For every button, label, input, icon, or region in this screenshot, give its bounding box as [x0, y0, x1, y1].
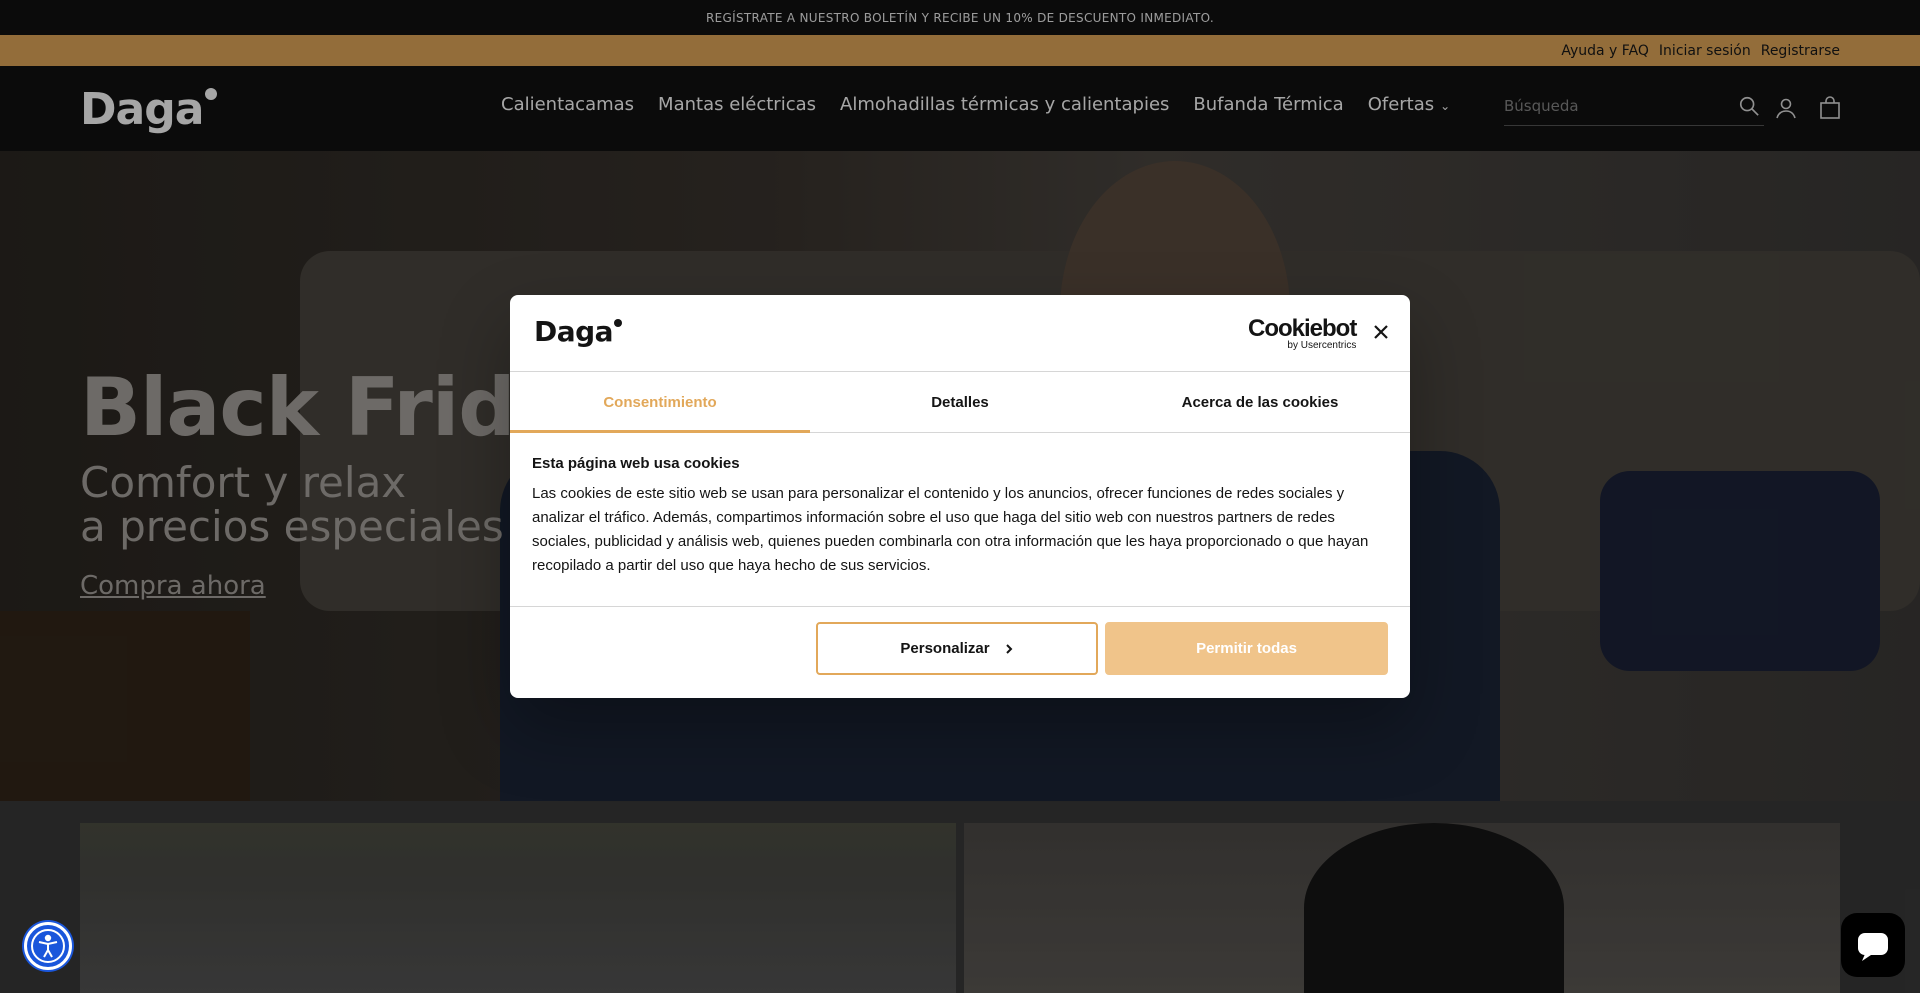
cookiebot-name: Cookiebot [1248, 315, 1357, 342]
accessibility-icon [31, 929, 65, 963]
customize-button[interactable]: Personalizar [816, 622, 1098, 675]
allow-all-button[interactable]: Permitir todas [1105, 622, 1388, 675]
close-icon[interactable] [1370, 321, 1392, 343]
chat-button[interactable] [1841, 913, 1905, 977]
cookie-description: Las cookies de este sitio web se usan pa… [532, 485, 1369, 574]
customize-label: Personalizar [900, 640, 990, 657]
dialog-body: Esta página web usa cookies Las cookies … [532, 455, 1392, 578]
dialog-brand-name: Daga [534, 315, 614, 348]
dialog-brand-logo: Daga [534, 315, 623, 348]
tab-details[interactable]: Detalles [810, 372, 1110, 432]
dialog-tabs: Consentimiento Detalles Acerca de las co… [510, 372, 1410, 433]
cookie-heading: Esta página web usa cookies [532, 455, 740, 472]
accessibility-button[interactable] [24, 922, 72, 970]
tab-about-cookies[interactable]: Acerca de las cookies [1110, 372, 1410, 432]
dialog-footer: Personalizar Permitir todas [510, 606, 1410, 698]
logo-dot-icon [614, 319, 623, 327]
tab-consent[interactable]: Consentimiento [510, 372, 810, 433]
cookiebot-logo[interactable]: Cookiebot by Usercentrics [1248, 315, 1357, 352]
chevron-right-icon [1005, 643, 1013, 654]
cookie-consent-dialog: Daga Cookiebot by Usercentrics Consentim… [510, 295, 1410, 698]
dialog-header: Daga Cookiebot by Usercentrics [510, 295, 1410, 372]
chat-icon [1858, 933, 1888, 961]
